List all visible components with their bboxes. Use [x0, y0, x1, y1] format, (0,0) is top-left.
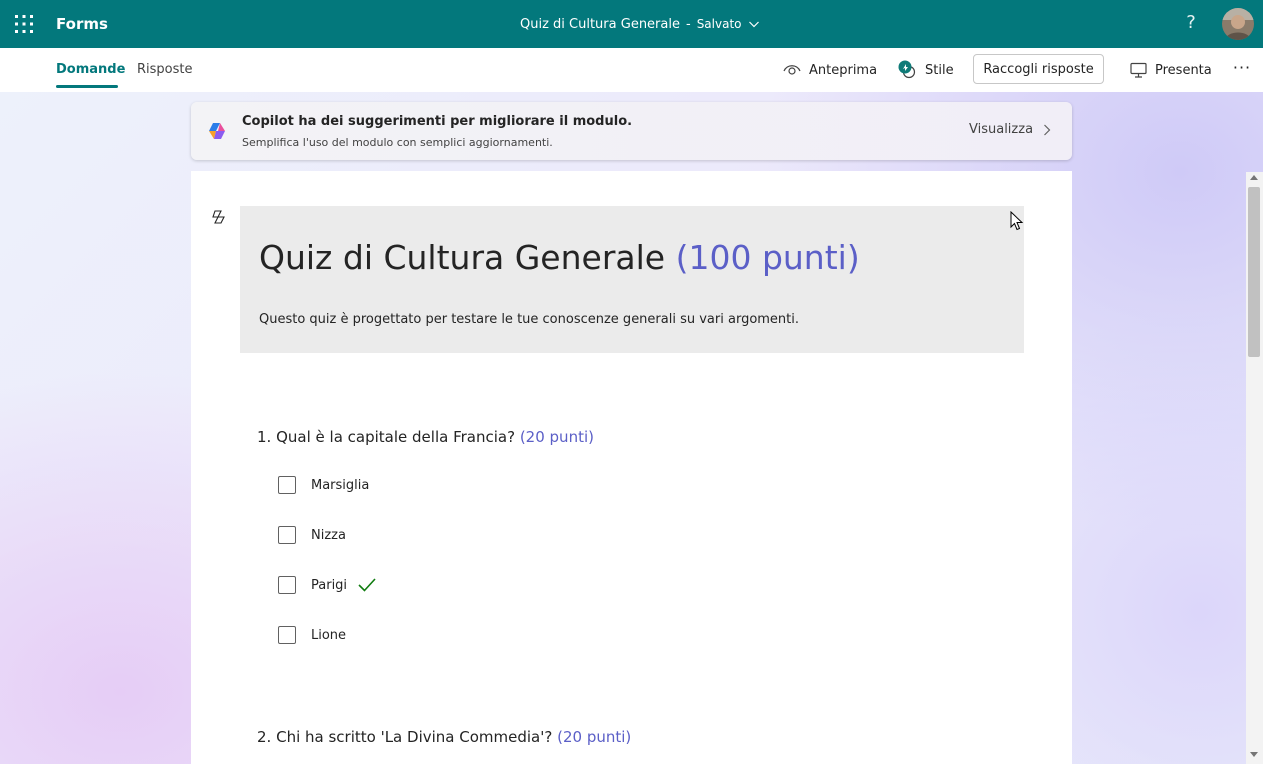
- copilot-banner-title: Copilot ha dei suggerimenti per migliora…: [242, 114, 633, 129]
- scroll-up-arrow-icon[interactable]: [1250, 175, 1258, 180]
- collect-responses-button[interactable]: Raccogli risposte: [973, 54, 1104, 84]
- preview-button[interactable]: Anteprima: [783, 60, 877, 80]
- scrollbar-thumb[interactable]: [1248, 187, 1260, 357]
- active-tab-indicator: [56, 85, 118, 88]
- option-lione[interactable]: Lione: [278, 624, 346, 646]
- form-total-points: (100 punti): [675, 238, 860, 277]
- option-nizza[interactable]: Nizza: [278, 524, 346, 546]
- header-form-title: Quiz di Cultura Generale: [520, 16, 680, 32]
- form-header[interactable]: Quiz di Cultura Generale (100 punti) Que…: [240, 206, 1024, 353]
- style-label: Stile: [925, 62, 954, 78]
- app-header: Forms Quiz di Cultura Generale - Salvato…: [0, 0, 1263, 48]
- copilot-banner-subtitle: Semplifica l'uso del modulo con semplici…: [242, 136, 553, 149]
- question-points: (20 punti): [519, 428, 594, 446]
- mouse-cursor-icon: [1010, 211, 1024, 231]
- option-checkbox[interactable]: [278, 526, 296, 544]
- option-label: Lione: [311, 627, 347, 643]
- question-2-title[interactable]: 2. Chi ha scritto 'La Divina Commedia'? …: [257, 727, 631, 747]
- palette-icon: [898, 60, 916, 79]
- form-title-dropdown[interactable]: Quiz di Cultura Generale - Salvato: [520, 14, 760, 34]
- monitor-icon: [1130, 62, 1147, 78]
- command-bar: Domande Risposte Anteprima Stile Raccogl…: [0, 48, 1263, 93]
- question-text: Chi ha scritto 'La Divina Commedia'?: [276, 728, 553, 746]
- tab-domande[interactable]: Domande: [56, 61, 125, 79]
- copilot-icon: [209, 123, 225, 139]
- question-points: (20 punti): [557, 728, 632, 746]
- question-1-title[interactable]: 1. Qual è la capitale della Francia? (20…: [257, 427, 594, 447]
- waffle-icon[interactable]: [14, 14, 34, 34]
- form-canvas: Copilot ha dei suggerimenti per migliora…: [0, 92, 1263, 764]
- option-label: Parigi: [311, 577, 348, 593]
- option-parigi[interactable]: Parigi: [278, 574, 377, 596]
- copilot-suggestion-banner[interactable]: Copilot ha dei suggerimenti per migliora…: [191, 102, 1072, 160]
- present-button[interactable]: Presenta: [1130, 60, 1212, 80]
- option-checkbox[interactable]: [278, 476, 296, 494]
- style-button[interactable]: Stile: [897, 60, 954, 80]
- present-label: Presenta: [1155, 62, 1212, 78]
- form-title-text: Quiz di Cultura Generale: [259, 238, 666, 277]
- chevron-right-icon: [1044, 124, 1051, 135]
- vertical-scrollbar[interactable]: [1246, 172, 1263, 764]
- app-name[interactable]: Forms: [56, 14, 108, 34]
- preview-label: Anteprima: [809, 62, 878, 78]
- form-description: Questo quiz è progettato per testare le …: [259, 312, 800, 327]
- option-label: Marsiglia: [311, 477, 370, 493]
- eye-icon: [783, 65, 801, 75]
- save-status: Salvato: [696, 17, 742, 31]
- title-separator: -: [685, 16, 691, 32]
- option-checkbox[interactable]: [278, 576, 296, 594]
- correct-answer-check-icon: [358, 578, 376, 592]
- question-number: 2.: [257, 728, 272, 746]
- copilot-view-label: Visualizza: [969, 122, 1034, 137]
- form-title: Quiz di Cultura Generale (100 punti): [259, 236, 860, 280]
- copilot-view-button[interactable]: Visualizza: [969, 122, 1051, 137]
- scroll-down-arrow-icon[interactable]: [1250, 752, 1258, 757]
- option-checkbox[interactable]: [278, 626, 296, 644]
- form-card: Quiz di Cultura Generale (100 punti) Que…: [191, 171, 1072, 764]
- copilot-outline-icon[interactable]: [211, 209, 227, 225]
- question-text: Qual è la capitale della Francia?: [276, 428, 516, 446]
- tab-risposte[interactable]: Risposte: [137, 61, 193, 79]
- help-icon[interactable]: ?: [1180, 12, 1202, 36]
- avatar[interactable]: [1222, 8, 1254, 40]
- question-number: 1.: [257, 428, 272, 446]
- option-label: Nizza: [311, 527, 346, 543]
- chevron-down-icon: [748, 21, 759, 28]
- option-marsiglia[interactable]: Marsiglia: [278, 474, 369, 496]
- more-options-icon[interactable]: ···: [1232, 58, 1252, 80]
